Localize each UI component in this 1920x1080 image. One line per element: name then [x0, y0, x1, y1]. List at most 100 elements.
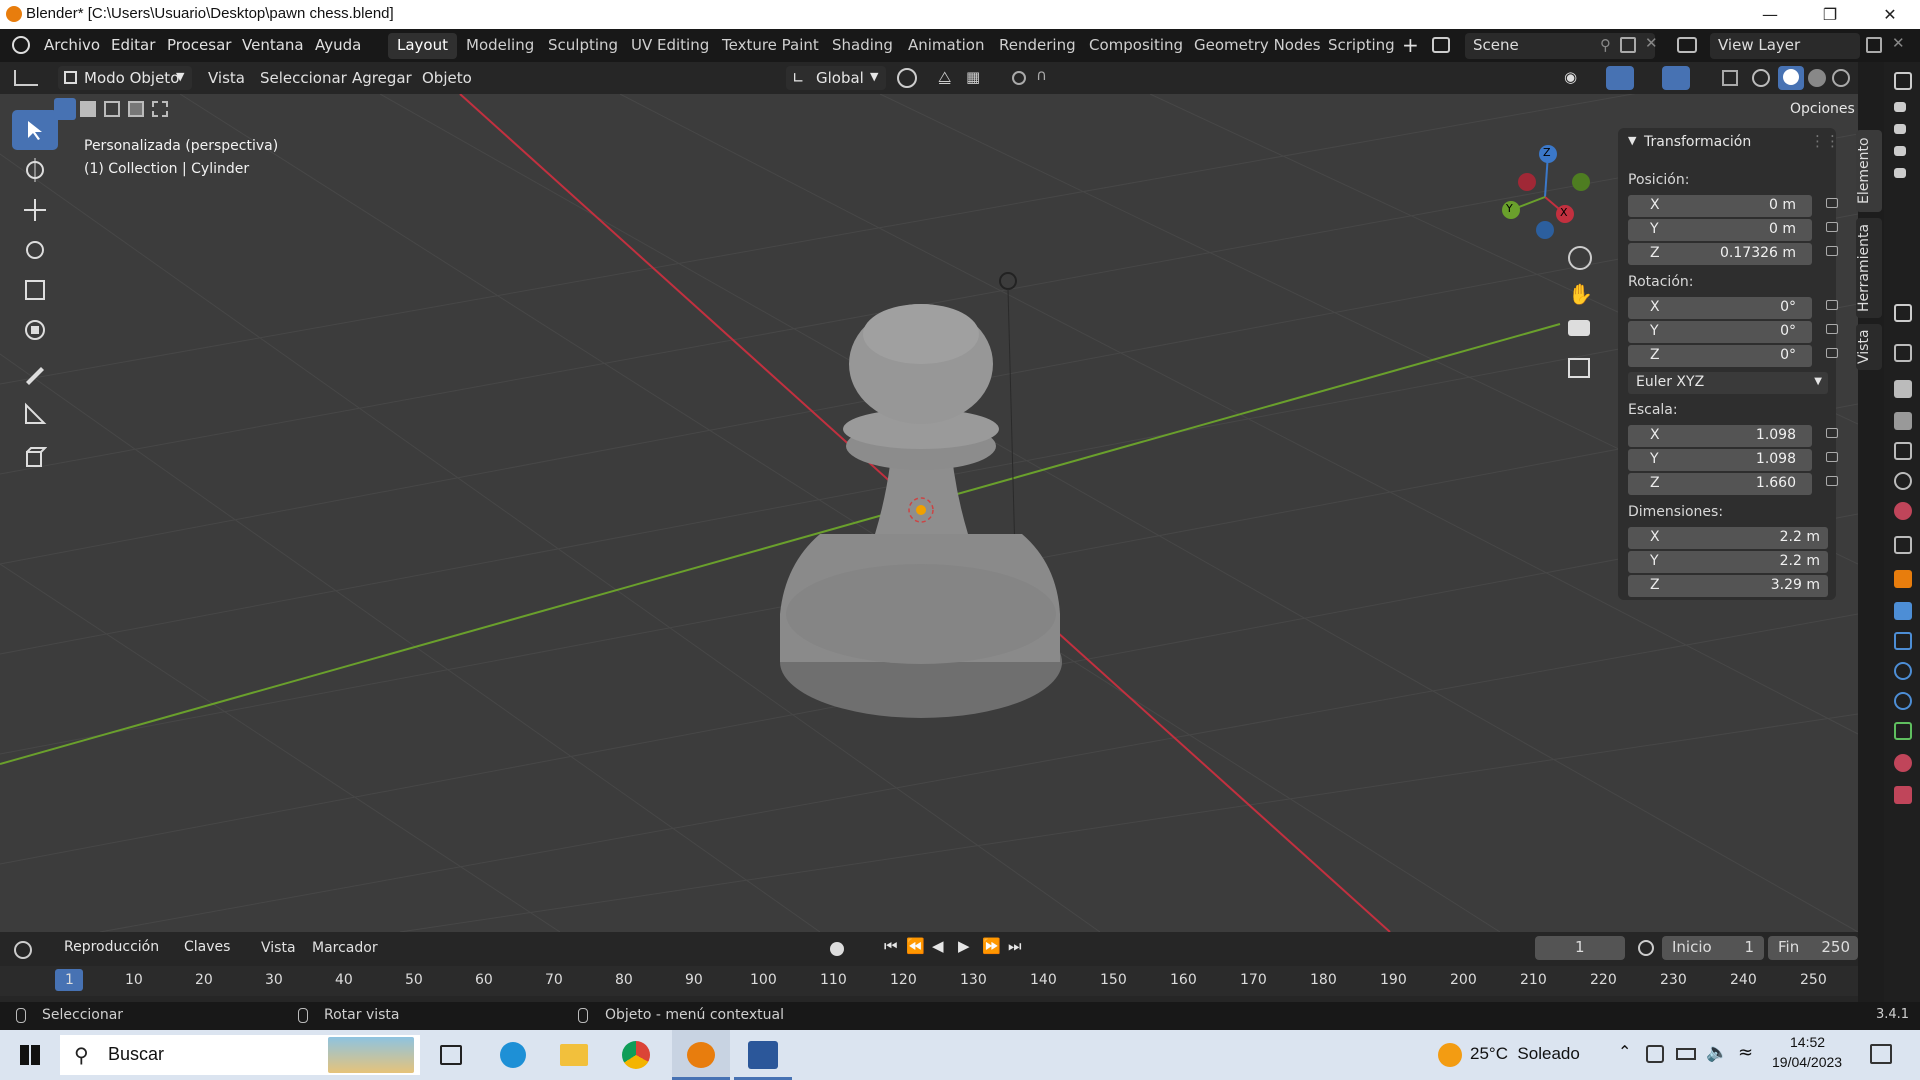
- properties-editor-icon[interactable]: [1894, 304, 1912, 322]
- lock-icon[interactable]: [1826, 222, 1838, 232]
- wifi-icon[interactable]: ≈: [1738, 1042, 1753, 1063]
- position-z-field[interactable]: Z 0.17326 m: [1628, 243, 1838, 265]
- material-props-icon[interactable]: [1894, 754, 1912, 772]
- file-explorer-icon[interactable]: [560, 1044, 588, 1066]
- menu-ayuda[interactable]: Ayuda: [315, 36, 361, 54]
- prev-keyframe-icon[interactable]: ⏪: [906, 937, 925, 955]
- select-invert-icon[interactable]: [128, 101, 144, 117]
- camera-restrict-icon[interactable]: [1894, 102, 1906, 112]
- snap-icon[interactable]: ⧋: [938, 68, 951, 86]
- tab-scripting[interactable]: Scripting: [1319, 33, 1404, 59]
- scale-tool[interactable]: [12, 270, 58, 310]
- tab-geometry-nodes[interactable]: Geometry Nodes: [1185, 33, 1330, 59]
- rotation-x-field[interactable]: X 0°: [1628, 297, 1838, 319]
- select-mode-icons[interactable]: [54, 98, 174, 120]
- overlay-toggle[interactable]: [1662, 66, 1690, 90]
- new-scene-icon[interactable]: [1620, 37, 1636, 53]
- lock-icon[interactable]: [1826, 324, 1838, 334]
- add-cube-tool[interactable]: [12, 438, 58, 478]
- chevron-down-icon[interactable]: ▼: [1628, 134, 1636, 147]
- visibility-icon[interactable]: ◉: [1564, 68, 1577, 86]
- select-intersect-icon[interactable]: [152, 101, 168, 117]
- delete-view-layer-icon[interactable]: ✕: [1892, 34, 1905, 52]
- texture-props-icon[interactable]: [1894, 786, 1912, 804]
- position-y-field[interactable]: Y 0 m: [1628, 219, 1838, 241]
- options-dropdown[interactable]: Opciones: [1782, 98, 1858, 122]
- tab-elemento[interactable]: Elemento: [1856, 130, 1882, 212]
- outliner-icon[interactable]: [1894, 72, 1912, 90]
- collection-props-icon[interactable]: [1894, 536, 1912, 554]
- menu-procesar[interactable]: Procesar: [167, 36, 231, 54]
- lock-icon[interactable]: [1826, 246, 1838, 256]
- xray-icon[interactable]: [1722, 70, 1738, 86]
- rotate-tool[interactable]: [12, 230, 58, 270]
- timeline-menu-marcador[interactable]: Marcador: [312, 940, 378, 956]
- scene-props-icon[interactable]: [1894, 472, 1912, 490]
- record-icon[interactable]: [830, 942, 844, 956]
- task-view-icon[interactable]: [440, 1045, 462, 1065]
- blender-menu-icon[interactable]: [12, 36, 30, 54]
- start-windows-icon[interactable]: [20, 1045, 40, 1065]
- tab-sculpting[interactable]: Sculpting: [539, 33, 627, 59]
- menu-archivo[interactable]: Archivo: [44, 36, 100, 54]
- header-menu-vista[interactable]: Vista: [208, 69, 245, 87]
- menu-ventana[interactable]: Ventana: [242, 36, 304, 54]
- tab-animation[interactable]: Animation: [899, 33, 993, 59]
- camera-restrict-icon[interactable]: [1894, 146, 1906, 156]
- header-menu-agregar[interactable]: Agregar: [352, 69, 412, 87]
- view-layer-field[interactable]: View Layer: [1710, 33, 1860, 59]
- cursor-tool[interactable]: [12, 150, 58, 190]
- play-icon[interactable]: ▶: [958, 937, 970, 955]
- tab-layout[interactable]: Layout: [388, 33, 457, 59]
- dimensions-x-field[interactable]: X 2.2 m: [1628, 527, 1828, 549]
- lock-icon[interactable]: [1826, 300, 1838, 310]
- rotation-y-field[interactable]: Y 0°: [1628, 321, 1838, 343]
- material-shading-icon[interactable]: [1808, 69, 1826, 87]
- mode-dropdown[interactable]: Modo Objeto ▼: [58, 66, 192, 90]
- data-props-icon[interactable]: [1894, 722, 1912, 740]
- transform-tool[interactable]: [12, 310, 58, 350]
- volume-icon[interactable]: 🔈: [1706, 1042, 1728, 1063]
- taskbar-word-app[interactable]: [734, 1030, 792, 1080]
- world-props-icon[interactable]: [1894, 502, 1912, 520]
- tab-compositing[interactable]: Compositing: [1080, 33, 1192, 59]
- lock-icon[interactable]: [1826, 348, 1838, 358]
- modifier-props-icon[interactable]: [1894, 602, 1912, 620]
- end-frame-field[interactable]: Fin 250: [1768, 936, 1858, 960]
- tab-shading[interactable]: Shading: [823, 33, 902, 59]
- tab-vista[interactable]: Vista: [1856, 324, 1882, 370]
- taskbar-blender-app[interactable]: [672, 1030, 730, 1080]
- weather-icon[interactable]: [1438, 1043, 1462, 1067]
- timeline-menu-vista[interactable]: Vista: [261, 940, 296, 956]
- taskbar-search-box[interactable]: ⚲ Buscar: [60, 1035, 420, 1075]
- render-props-icon[interactable]: [1894, 380, 1912, 398]
- keying-menu[interactable]: Claves: [176, 936, 248, 960]
- pan-hand-icon[interactable]: ✋: [1568, 282, 1593, 306]
- current-frame-field[interactable]: 1: [1535, 936, 1625, 960]
- lock-icon[interactable]: [1826, 476, 1838, 486]
- tab-herramienta[interactable]: Herramienta: [1856, 218, 1882, 318]
- chevron-up-icon[interactable]: ⌃: [1618, 1042, 1631, 1061]
- notifications-icon[interactable]: [1870, 1044, 1892, 1064]
- falloff-icon[interactable]: ∩: [1036, 66, 1047, 84]
- chrome-icon[interactable]: [622, 1041, 650, 1069]
- add-workspace-button[interactable]: +: [1402, 33, 1419, 57]
- scale-y-field[interactable]: Y 1.098: [1628, 449, 1838, 471]
- tab-modeling[interactable]: Modeling: [457, 33, 543, 59]
- camera-restrict-icon[interactable]: [1894, 168, 1906, 178]
- rotation-z-field[interactable]: Z 0°: [1628, 345, 1838, 367]
- camera-restrict-icon[interactable]: [1894, 124, 1906, 134]
- view-layer-icon[interactable]: [1677, 37, 1697, 53]
- rendered-shading-icon[interactable]: [1832, 69, 1850, 87]
- lock-icon[interactable]: [1826, 198, 1838, 208]
- measure-tool[interactable]: [12, 394, 58, 434]
- position-x-field[interactable]: X 0 m: [1628, 195, 1838, 217]
- tab-uv-editing[interactable]: UV Editing: [622, 33, 718, 59]
- physics-props-icon[interactable]: [1894, 662, 1912, 680]
- constraints-props-icon[interactable]: [1894, 692, 1912, 710]
- weather-label[interactable]: 25°C Soleado: [1470, 1044, 1580, 1064]
- pivot-point-icon[interactable]: [897, 68, 917, 88]
- scale-z-field[interactable]: Z 1.660: [1628, 473, 1838, 495]
- menu-editar[interactable]: Editar: [111, 36, 155, 54]
- jump-end-icon[interactable]: ⏭: [1008, 937, 1022, 955]
